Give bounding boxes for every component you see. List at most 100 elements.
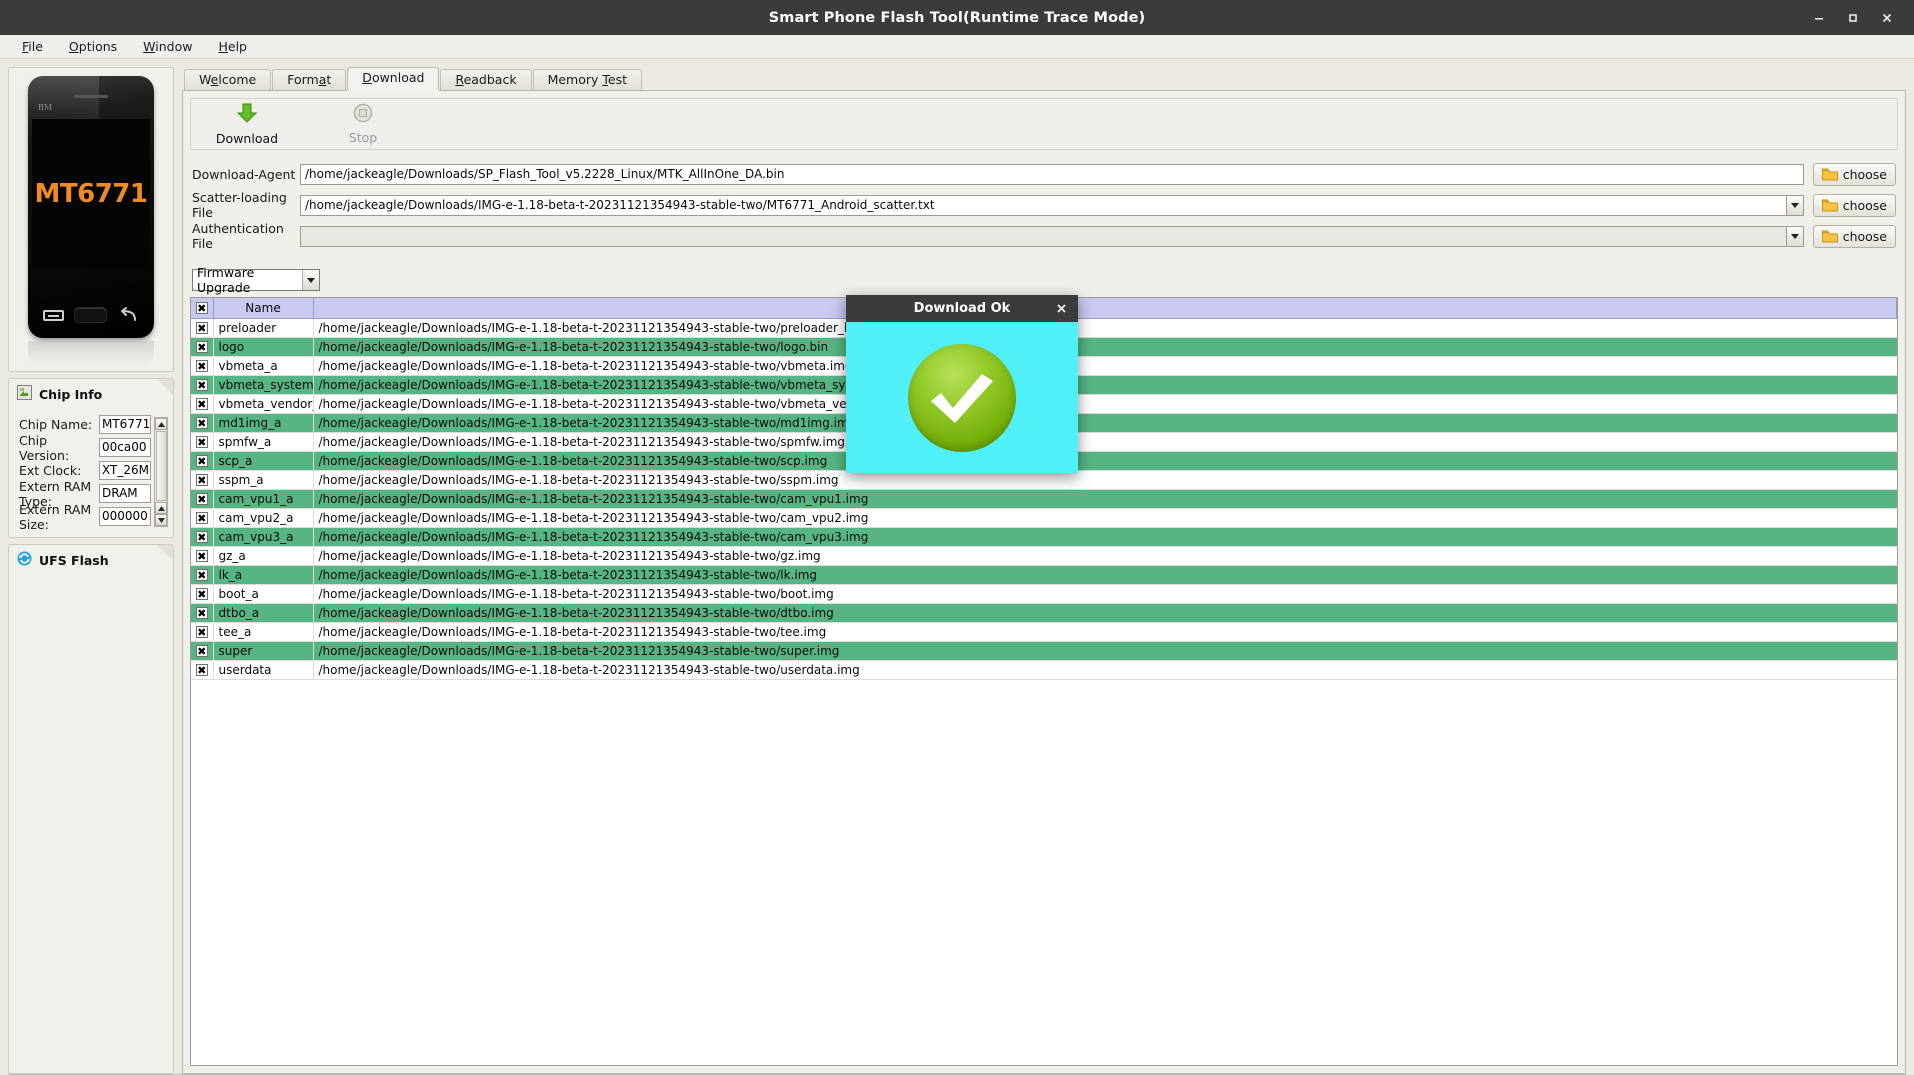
- auth-file-dropdown-chevron-down-icon[interactable]: [1786, 225, 1804, 247]
- chip-info-panel: Chip Info Chip Name: MT6771 Chip Version…: [8, 378, 174, 538]
- table-empty-area: [191, 679, 1897, 1065]
- checkbox-x-icon[interactable]: ✖: [195, 435, 208, 448]
- checkbox-x-icon[interactable]: ✖: [195, 663, 208, 676]
- chip-name-value[interactable]: MT6771: [99, 415, 151, 434]
- auth-file-choose-button[interactable]: choose: [1812, 224, 1896, 248]
- row-partition-location: /home/jackeagle/Downloads/IMG-e-1.18-bet…: [313, 584, 1897, 604]
- tab-memory-test[interactable]: Memory Test: [532, 69, 643, 90]
- dialog-close-button[interactable]: [1052, 295, 1070, 322]
- row-checkbox[interactable]: ✖: [191, 356, 214, 376]
- scatter-file-choose-button[interactable]: choose: [1812, 193, 1896, 217]
- row-partition-name: boot_a: [213, 584, 314, 604]
- minimize-button[interactable]: [1802, 3, 1836, 33]
- table-row[interactable]: ✖ gz_a/home/jackeagle/Downloads/IMG-e-1.1…: [191, 546, 1897, 566]
- row-checkbox[interactable]: ✖: [191, 337, 214, 357]
- row-checkbox[interactable]: ✖: [191, 318, 214, 338]
- menu-window[interactable]: Window: [130, 37, 205, 56]
- checkbox-x-icon[interactable]: ✖: [195, 606, 208, 619]
- tab-format[interactable]: Format: [272, 69, 347, 90]
- row-checkbox[interactable]: ✖: [191, 584, 214, 604]
- row-checkbox[interactable]: ✖: [191, 413, 214, 433]
- checkbox-x-icon[interactable]: ✖: [195, 492, 208, 505]
- row-partition-name: cam_vpu1_a: [213, 489, 314, 509]
- checkbox-x-icon[interactable]: ✖: [195, 587, 208, 600]
- checkbox-x-icon[interactable]: ✖: [195, 625, 208, 638]
- row-checkbox[interactable]: ✖: [191, 470, 214, 490]
- row-checkbox[interactable]: ✖: [191, 622, 214, 642]
- scroll-up-icon[interactable]: [155, 418, 167, 430]
- chip-info-scrollbar[interactable]: [154, 417, 168, 527]
- row-checkbox[interactable]: ✖: [191, 451, 214, 471]
- checkbox-x-icon[interactable]: ✖: [195, 530, 208, 543]
- table-row[interactable]: ✖ lk_a/home/jackeagle/Downloads/IMG-e-1.1…: [191, 565, 1897, 585]
- stop-button[interactable]: Stop: [320, 103, 406, 145]
- extern-ram-size-value[interactable]: 000000: [99, 507, 151, 526]
- table-row[interactable]: ✖ boot_a/home/jackeagle/Downloads/IMG-e-1…: [191, 584, 1897, 604]
- scatter-file-input[interactable]: /home/jackeagle/Downloads/IMG-e-1.18-bet…: [300, 194, 1787, 216]
- checkbox-x-icon[interactable]: ✖: [195, 549, 208, 562]
- checkbox-x-icon[interactable]: ✖: [195, 397, 208, 410]
- scroll-up-icon-2[interactable]: [155, 502, 167, 514]
- checkbox-x-icon[interactable]: ✖: [195, 511, 208, 524]
- action-toolbar: Download Stop: [190, 98, 1898, 150]
- download-agent-choose-button[interactable]: choose: [1812, 162, 1896, 186]
- checkbox-x-icon[interactable]: ✖: [195, 378, 208, 391]
- tab-welcome[interactable]: Welcome: [184, 69, 272, 90]
- extern-ram-type-value[interactable]: DRAM: [99, 484, 151, 503]
- checkbox-x-icon[interactable]: ✖: [195, 321, 208, 334]
- table-row[interactable]: ✖ cam_vpu1_a/home/jackeagle/Downloads/IMG…: [191, 489, 1897, 509]
- checkbox-x-icon[interactable]: ✖: [195, 454, 208, 467]
- checkbox-x-icon[interactable]: ✖: [195, 340, 208, 353]
- row-partition-location: /home/jackeagle/Downloads/IMG-e-1.18-bet…: [313, 660, 1897, 680]
- table-row[interactable]: ✖ super/home/jackeagle/Downloads/IMG-e-1.…: [191, 641, 1897, 661]
- scroll-down-icon[interactable]: [155, 514, 167, 526]
- column-header-name[interactable]: Name: [213, 298, 314, 319]
- checkbox-x-icon[interactable]: ✖: [195, 416, 208, 429]
- row-checkbox[interactable]: ✖: [191, 546, 214, 566]
- mode-select-row: Firmware Upgrade: [190, 260, 1898, 297]
- row-checkbox[interactable]: ✖: [191, 489, 214, 509]
- row-partition-location: /home/jackeagle/Downloads/IMG-e-1.18-bet…: [313, 394, 1897, 414]
- row-checkbox[interactable]: ✖: [191, 641, 214, 661]
- checkbox-x-icon[interactable]: ✖: [195, 473, 208, 486]
- chip-info-title: Chip Info: [39, 386, 103, 402]
- chip-version-value[interactable]: 00ca00: [99, 438, 151, 457]
- select-all-checkbox-header[interactable]: ✖: [191, 298, 214, 319]
- row-checkbox[interactable]: ✖: [191, 394, 214, 414]
- close-button[interactable]: [1870, 3, 1904, 33]
- chevron-down-icon[interactable]: [302, 270, 319, 290]
- row-checkbox[interactable]: ✖: [191, 508, 214, 528]
- table-row[interactable]: ✖ cam_vpu2_a/home/jackeagle/Downloads/IMG…: [191, 508, 1897, 528]
- tab-download[interactable]: Download: [347, 67, 440, 90]
- menu-help[interactable]: Help: [205, 37, 260, 56]
- menu-file[interactable]: FFileile: [9, 37, 56, 56]
- download-button[interactable]: Download: [204, 102, 290, 146]
- row-checkbox[interactable]: ✖: [191, 432, 214, 452]
- checkbox-x-icon[interactable]: ✖: [195, 568, 208, 581]
- row-checkbox[interactable]: ✖: [191, 603, 214, 623]
- table-row[interactable]: ✖ userdata/home/jackeagle/Downloads/IMG-e…: [191, 660, 1897, 680]
- scrollbar-thumb[interactable]: [155, 431, 167, 501]
- row-checkbox[interactable]: ✖: [191, 527, 214, 547]
- table-row[interactable]: ✖ dtbo_a/home/jackeagle/Downloads/IMG-e-1…: [191, 603, 1897, 623]
- ext-clock-value[interactable]: XT_26M: [99, 461, 151, 480]
- checkbox-x-icon[interactable]: ✖: [195, 644, 208, 657]
- window-titlebar: Smart Phone Flash Tool(Runtime Trace Mod…: [0, 0, 1914, 35]
- auth-file-input[interactable]: [300, 225, 1787, 247]
- table-row[interactable]: ✖ cam_vpu3_a/home/jackeagle/Downloads/IMG…: [191, 527, 1897, 547]
- mode-select[interactable]: Firmware Upgrade: [192, 265, 320, 295]
- checkbox-x-icon[interactable]: ✖: [195, 301, 208, 314]
- menu-options[interactable]: Options: [56, 37, 130, 56]
- row-checkbox[interactable]: ✖: [191, 375, 214, 395]
- column-header-location[interactable]: Location: [313, 298, 1897, 319]
- scatter-file-dropdown-chevron-down-icon[interactable]: [1786, 194, 1804, 216]
- row-checkbox[interactable]: ✖: [191, 565, 214, 585]
- tab-readback[interactable]: Readback: [440, 69, 532, 90]
- checkbox-x-icon[interactable]: ✖: [195, 359, 208, 372]
- maximize-button[interactable]: [1836, 3, 1870, 33]
- folder-icon-2: [1821, 199, 1838, 212]
- table-row[interactable]: ✖ tee_a/home/jackeagle/Downloads/IMG-e-1.…: [191, 622, 1897, 642]
- row-checkbox[interactable]: ✖: [191, 660, 214, 680]
- download-agent-input[interactable]: /home/jackeagle/Downloads/SP_Flash_Tool_…: [300, 163, 1804, 185]
- phone-screen: MT6771: [32, 119, 150, 269]
